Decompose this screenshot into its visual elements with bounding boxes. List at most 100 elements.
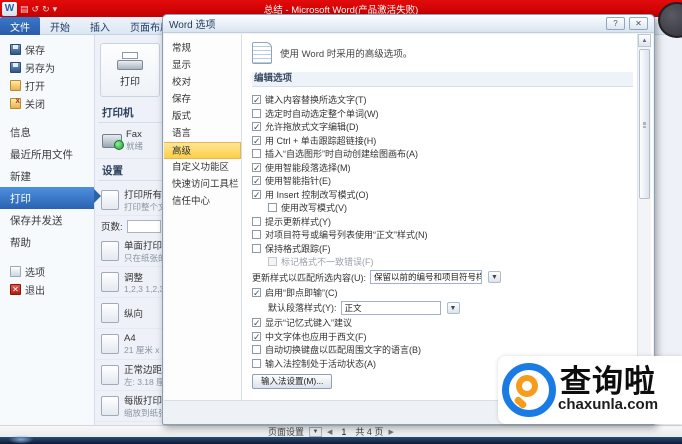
sidebar-item-另存为[interactable]: 另存为 [0,58,94,76]
print-setting-icon [101,190,119,210]
sidebar-item-退出[interactable]: ✕ 退出 [0,280,94,298]
watermark-name: 查询啦 [560,364,657,399]
sidebar-item-选项[interactable]: 选项 [0,262,94,280]
sidebar-item-信息[interactable]: 信息 [0,121,94,143]
ribbon-tab-插入[interactable]: 插入 [80,17,120,35]
options-icon [10,265,21,277]
options-nav-校对[interactable]: 校对 [164,74,241,91]
start-orb[interactable] [8,435,34,444]
ribbon-tab-文件[interactable]: 文件 [0,17,40,35]
print-setting-单面打印[interactable]: 单面打印只在纸张的一侧打印 [96,236,168,267]
options-nav-快速访问工具栏[interactable]: 快速访问工具栏 [164,176,241,193]
sidebar-item-打印[interactable]: 打印 [0,187,101,209]
sidebar-item-label: 信息 [10,126,31,139]
sidebar-item-label: 最近所用文件 [10,148,73,161]
checkbox-label: 标记格式不一致错误(F) [281,257,374,268]
options-nav-显示[interactable]: 显示 [164,57,241,74]
sidebar-item-关闭[interactable]: 关闭 [0,94,94,112]
checkbox[interactable] [252,189,261,199]
options-nav-语言[interactable]: 语言 [164,125,241,142]
scroll-up-icon[interactable]: ▲ [638,34,651,47]
checkbox-label: 保持格式跟踪(F) [265,243,331,254]
sidebar-item-打开[interactable]: 打开 [0,76,94,94]
checkbox[interactable] [252,108,261,118]
prev-page-icon[interactable]: ◀ [327,428,332,436]
dialog-help-button[interactable]: ? [606,17,625,30]
checkbox-row: 标记格式不一致错误(F) [252,255,633,269]
exit-icon: ✕ [10,283,21,295]
print-setting-打印所有页[interactable]: 打印所有页打印整个文档 [96,185,168,216]
checkbox[interactable] [252,122,261,132]
checkbox-row: 插入“自选图形”时自动创建绘图画布(A) [252,147,633,161]
checkbox-row: 用 Insert 控制改写模式(O) [252,188,633,202]
checkbox[interactable] [252,358,261,368]
options-nav-信任中心[interactable]: 信任中心 [164,193,241,210]
style-dropdown[interactable]: 保留以前的编号和项目符号样式 [370,270,482,284]
save-icon [10,43,21,55]
options-nav-高级[interactable]: 高级 [164,142,241,159]
checkbox-label: 对项目符号或编号列表使用“正文”样式(N) [265,230,428,241]
checkbox[interactable] [268,203,277,213]
dropdown-arrow-icon[interactable]: ▼ [446,301,460,314]
printer-selector[interactable]: Fax 就绪 [96,127,168,159]
ime-settings-button[interactable]: 输入法设置(M)... [252,373,333,389]
dropdown-label: 默认段落样式(Y): [268,303,337,313]
checkbox[interactable] [252,149,261,159]
pages-input[interactable] [126,219,161,233]
style-dropdown[interactable]: 正文 [340,300,441,315]
print-setting-A4[interactable]: A421 厘米 x 29.7 厘米 [96,329,168,360]
ribbon-tab-开始[interactable]: 开始 [40,17,80,35]
print-setting-每版打印 1 页[interactable]: 每版打印 1 页缩放到纸张大小 [96,391,168,422]
sidebar-item-新建[interactable]: 新建 [0,165,94,187]
page-setup-dropdown-icon[interactable]: ▼ [309,426,323,437]
checkbox-label: 选定时自动选定整个单词(W) [265,108,379,119]
print-button[interactable]: 打印 [100,43,160,97]
options-nav-版式[interactable]: 版式 [164,108,241,125]
scrollbar-thumb[interactable] [639,49,650,199]
options-nav-自定义功能区[interactable]: 自定义功能区 [164,159,241,176]
sidebar-item-保存[interactable]: 保存 [0,40,94,58]
dialog-nav: 常规 显示 校对 保存 版式 语言 高级 自定义功能区 快速访问工具栏 信任中心 [164,34,242,400]
checkbox-label: 中文字体也应用于西文(F) [265,331,367,342]
print-setting-纵向[interactable]: 纵向 [96,298,168,329]
checkbox-label: 用 Ctrl + 单击跟踪超链接(H) [265,135,377,146]
dialog-title: Word 选项 [169,20,216,31]
checkbox[interactable] [252,135,261,145]
sidebar-item-保存并发送[interactable]: 保存并发送 [0,209,94,231]
checkbox[interactable] [252,243,261,253]
checkbox[interactable] [252,230,261,240]
options-nav-常规[interactable]: 常规 [164,40,241,57]
dropdown-arrow-icon[interactable]: ▼ [488,271,501,283]
sidebar-item-最近所用文件[interactable]: 最近所用文件 [0,143,94,165]
checkbox[interactable] [252,287,261,297]
dropdown-row: 更新样式以匹配所选内容(U): 保留以前的编号和项目符号样式 ▼ [252,269,633,286]
checkbox-row: 键入内容替换所选文字(T) [252,93,633,107]
checkbox[interactable] [252,345,261,355]
checkbox-label: 键入内容替换所选文字(T) [265,95,367,106]
sidebar-item-label: 选项 [25,267,45,279]
current-page[interactable]: 1 [337,427,350,437]
chaxunla-logo-icon [502,363,556,417]
advanced-options-icon [252,42,272,64]
print-setting-icon [101,396,119,416]
checkbox[interactable] [252,176,261,186]
next-page-icon[interactable]: ▶ [388,428,393,436]
dialog-scrollbar[interactable]: ▲ [637,34,651,400]
sidebar-item-帮助[interactable]: 帮助 [0,231,94,253]
print-setting-正常边距[interactable]: 正常边距左: 3.18 厘米 [96,360,168,391]
checkbox[interactable] [252,162,261,172]
checkbox[interactable] [252,318,261,328]
options-nav-保存[interactable]: 保存 [164,91,241,108]
checkbox-row: 提示更新样式(Y) [252,215,633,229]
checkbox-label: 自动切换键盘以匹配周围文字的语言(B) [265,345,421,356]
checkbox-row: 保持格式跟踪(F) [252,242,633,256]
print-setting-icon [101,272,119,292]
checkbox[interactable] [252,331,261,341]
checkbox[interactable] [252,216,261,226]
dialog-close-button[interactable]: ✕ [629,17,648,30]
dialog-title-bar[interactable]: Word 选项 ? ✕ [163,15,654,33]
windows-taskbar[interactable] [0,435,682,444]
print-setting-调整[interactable]: 调整 1,2,3 1,2,3 [96,267,168,298]
checkbox[interactable] [252,95,261,105]
settings-section-heading: 设置 [98,159,166,181]
